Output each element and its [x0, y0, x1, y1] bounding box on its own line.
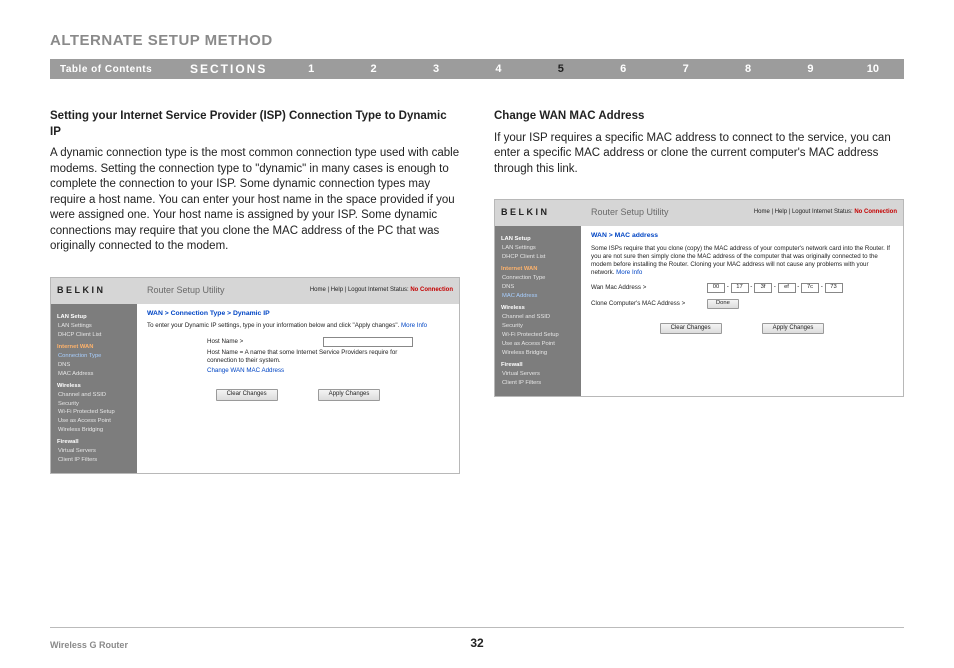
- page-title: ALTERNATE SETUP METHOD: [50, 32, 904, 49]
- panel-links-text[interactable]: Home | Help | Logout Internet Status:: [310, 287, 409, 293]
- side-vs[interactable]: Virtual Servers: [57, 447, 131, 456]
- panel-desc: Some ISPs require that you clone (copy) …: [591, 245, 893, 277]
- sections-label: SECTIONS: [190, 62, 280, 76]
- panel-desc: To enter your Dynamic IP settings, type …: [147, 322, 449, 330]
- right-column: Change WAN MAC Address If your ISP requi…: [494, 109, 904, 474]
- panel-app-title: Router Setup Utility: [591, 207, 669, 219]
- apply-changes-button[interactable]: Apply Changes: [318, 389, 381, 401]
- left-column: Setting your Internet Service Provider (…: [50, 109, 460, 474]
- clear-changes-button[interactable]: Clear Changes: [216, 389, 278, 401]
- panel-top-links[interactable]: Home | Help | Logout Internet Status: No…: [310, 287, 453, 295]
- breadcrumb: WAN > Connection Type > Dynamic IP: [147, 310, 449, 319]
- internet-status: No Connection: [854, 209, 897, 215]
- side-cif[interactable]: Client IP Filters: [501, 379, 575, 388]
- section-nav: Table of Contents SECTIONS 1 2 3 4 5 6 7…: [50, 59, 904, 79]
- side-internet-wan[interactable]: Internet WAN: [501, 265, 575, 274]
- mac-octet-4[interactable]: ef: [778, 283, 796, 293]
- side-cif[interactable]: Client IP Filters: [57, 456, 131, 465]
- section-8[interactable]: 8: [717, 63, 779, 75]
- panel-header: BELKIN Router Setup Utility Home | Help …: [495, 200, 903, 226]
- side-dns[interactable]: DNS: [501, 283, 575, 292]
- side-security[interactable]: Security: [501, 322, 575, 331]
- change-wan-mac-link[interactable]: Change WAN MAC Address: [207, 367, 284, 375]
- host-name-note: Host Name = A name that some Internet Se…: [207, 349, 427, 365]
- internet-status: No Connection: [410, 287, 453, 293]
- section-7[interactable]: 7: [654, 63, 716, 75]
- side-lan-setup[interactable]: LAN Setup: [57, 313, 131, 322]
- panel-links-text[interactable]: Home | Help | Logout Internet Status:: [754, 209, 853, 215]
- section-6[interactable]: 6: [592, 63, 654, 75]
- panel-main: WAN > MAC address Some ISPs require that…: [581, 226, 903, 396]
- panel-top-links[interactable]: Home | Help | Logout Internet Status: No…: [754, 209, 897, 217]
- side-wb[interactable]: Wireless Bridging: [57, 426, 131, 435]
- side-conn-type[interactable]: Connection Type: [501, 274, 575, 283]
- right-heading: Change WAN MAC Address: [494, 109, 904, 125]
- side-dhcp[interactable]: DHCP Client List: [57, 331, 131, 340]
- side-uap[interactable]: Use as Access Point: [57, 417, 131, 426]
- side-dhcp[interactable]: DHCP Client List: [501, 253, 575, 262]
- left-heading: Setting your Internet Service Provider (…: [50, 109, 460, 140]
- side-firewall[interactable]: Firewall: [57, 438, 131, 447]
- panel-sidebar: LAN Setup LAN Settings DHCP Client List …: [495, 226, 581, 396]
- belkin-logo: BELKIN: [501, 207, 591, 219]
- panel-app-title: Router Setup Utility: [147, 285, 225, 297]
- footer-rule: [50, 627, 904, 628]
- right-body: If your ISP requires a specific MAC addr…: [494, 131, 904, 178]
- host-name-label: Host Name >: [207, 338, 317, 346]
- side-lan-setup[interactable]: LAN Setup: [501, 235, 575, 244]
- clone-mac-label: Clone Computer's MAC Address >: [591, 300, 701, 308]
- mac-octet-3[interactable]: 3f: [754, 283, 772, 293]
- toc-link[interactable]: Table of Contents: [50, 64, 190, 75]
- section-1[interactable]: 1: [280, 63, 342, 75]
- wan-mac-label: Wan Mac Address >: [591, 284, 701, 292]
- side-chan-ssid[interactable]: Channel and SSID: [501, 313, 575, 322]
- side-dns[interactable]: DNS: [57, 361, 131, 370]
- clone-done-button[interactable]: Done: [707, 299, 739, 309]
- mac-octet-2[interactable]: 17: [731, 283, 749, 293]
- mac-octet-1[interactable]: 00: [707, 283, 725, 293]
- side-uap[interactable]: Use as Access Point: [501, 340, 575, 349]
- router-panel-dynamic-ip: BELKIN Router Setup Utility Home | Help …: [50, 277, 460, 475]
- side-mac[interactable]: MAC Address: [501, 292, 575, 301]
- router-panel-mac-address: BELKIN Router Setup Utility Home | Help …: [494, 199, 904, 397]
- mac-octet-6[interactable]: 73: [825, 283, 843, 293]
- belkin-logo: BELKIN: [57, 285, 147, 297]
- side-vs[interactable]: Virtual Servers: [501, 370, 575, 379]
- breadcrumb: WAN > MAC address: [591, 232, 893, 241]
- side-wps[interactable]: Wi-Fi Protected Setup: [501, 331, 575, 340]
- more-info-link[interactable]: More Info: [616, 269, 642, 276]
- panel-sidebar: LAN Setup LAN Settings DHCP Client List …: [51, 304, 137, 474]
- section-3[interactable]: 3: [405, 63, 467, 75]
- side-mac[interactable]: MAC Address: [57, 370, 131, 379]
- section-2[interactable]: 2: [342, 63, 404, 75]
- section-4[interactable]: 4: [467, 63, 529, 75]
- mac-octet-5[interactable]: 7c: [801, 283, 819, 293]
- side-wireless[interactable]: Wireless: [57, 382, 131, 391]
- section-9[interactable]: 9: [779, 63, 841, 75]
- side-internet-wan[interactable]: Internet WAN: [57, 343, 131, 352]
- side-chan-ssid[interactable]: Channel and SSID: [57, 391, 131, 400]
- page-number: 32: [0, 636, 954, 650]
- panel-main: WAN > Connection Type > Dynamic IP To en…: [137, 304, 459, 474]
- section-10[interactable]: 10: [842, 63, 904, 75]
- apply-changes-button[interactable]: Apply Changes: [762, 323, 825, 335]
- side-wb[interactable]: Wireless Bridging: [501, 349, 575, 358]
- side-firewall[interactable]: Firewall: [501, 361, 575, 370]
- clear-changes-button[interactable]: Clear Changes: [660, 323, 722, 335]
- side-wps[interactable]: Wi-Fi Protected Setup: [57, 408, 131, 417]
- host-name-input[interactable]: [323, 337, 413, 347]
- side-security[interactable]: Security: [57, 400, 131, 409]
- side-lan-settings[interactable]: LAN Settings: [57, 322, 131, 331]
- side-conn-type[interactable]: Connection Type: [57, 352, 131, 361]
- more-info-link[interactable]: More Info: [401, 322, 427, 329]
- left-body: A dynamic connection type is the most co…: [50, 146, 460, 255]
- side-wireless[interactable]: Wireless: [501, 304, 575, 313]
- side-lan-settings[interactable]: LAN Settings: [501, 244, 575, 253]
- panel-header: BELKIN Router Setup Utility Home | Help …: [51, 278, 459, 304]
- section-5[interactable]: 5: [530, 63, 592, 75]
